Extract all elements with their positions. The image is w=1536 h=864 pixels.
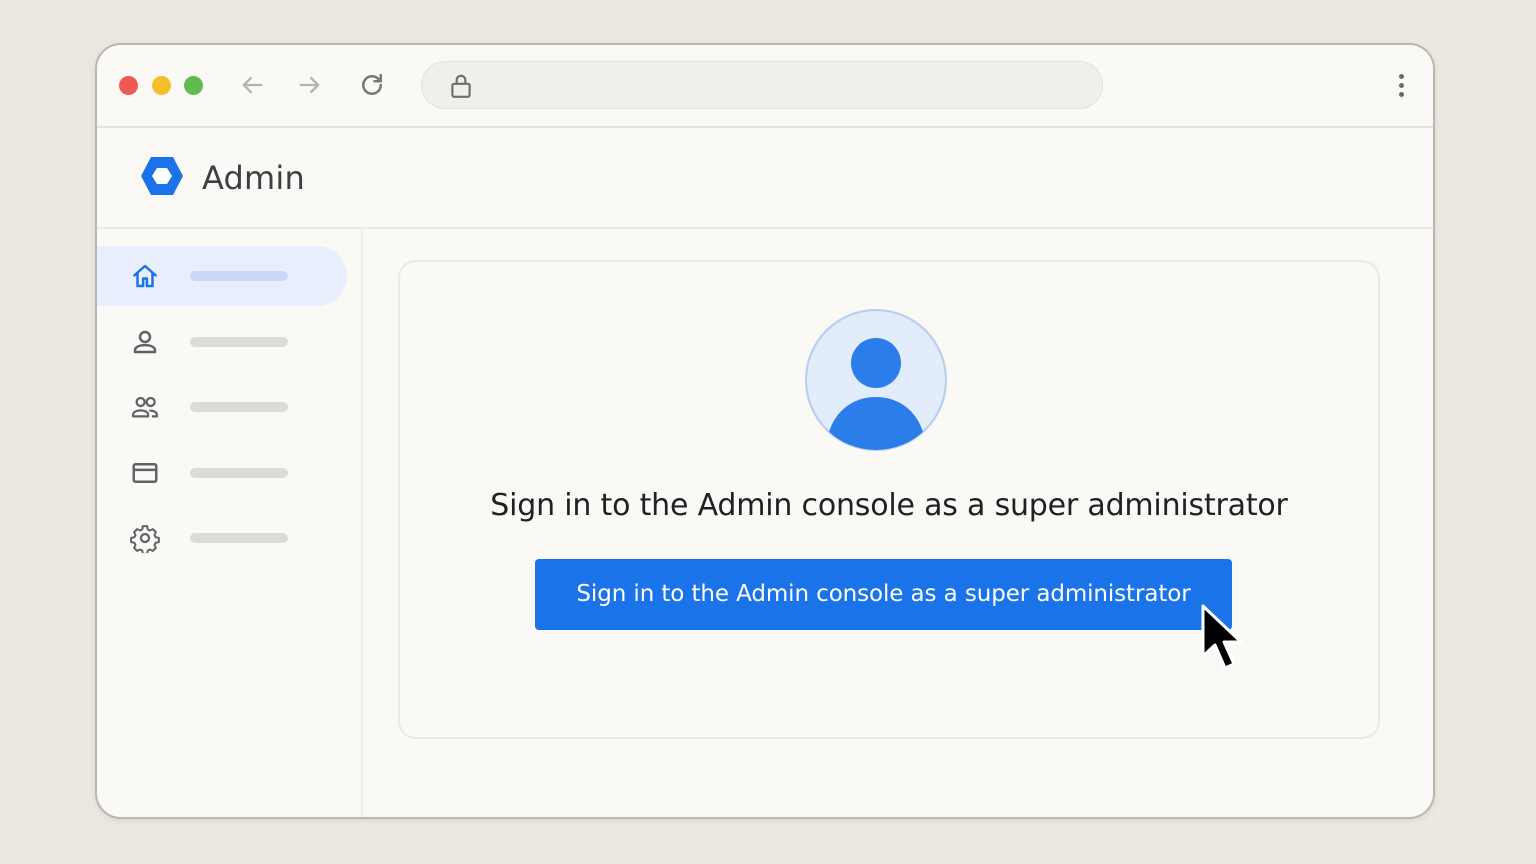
signin-card: Sign in to the Admin console as a super … <box>398 260 1380 739</box>
sidebar-item-home[interactable] <box>97 246 347 306</box>
user-icon <box>133 330 157 354</box>
back-button[interactable] <box>234 67 270 103</box>
browser-toolbar <box>97 45 1433 128</box>
group-icon <box>132 396 158 418</box>
gear-icon <box>130 525 160 553</box>
home-icon <box>133 264 157 288</box>
sidebar-item-groups[interactable] <box>97 377 347 437</box>
sidebar-item-settings[interactable] <box>97 508 347 568</box>
sidebar-item-label-placeholder <box>190 271 288 281</box>
admin-logo-icon <box>141 157 183 195</box>
arrow-left-icon <box>242 76 263 94</box>
app-header: Admin <box>97 126 1433 229</box>
sidebar <box>97 228 363 817</box>
sidebar-item-label-placeholder <box>190 402 288 412</box>
more-vert-icon[interactable] <box>1389 69 1413 101</box>
arrow-right-icon <box>299 76 320 94</box>
minimize-window-button[interactable] <box>152 76 171 95</box>
billing-card-icon <box>132 463 158 483</box>
lock-icon <box>451 74 471 98</box>
address-bar[interactable] <box>421 61 1103 109</box>
sidebar-item-billing[interactable] <box>97 443 347 503</box>
sidebar-item-users[interactable] <box>97 312 347 372</box>
maximize-window-button[interactable] <box>184 76 203 95</box>
super-admin-signin-button[interactable]: Sign in to the Admin console as a super … <box>535 559 1232 630</box>
forward-button[interactable] <box>292 67 328 103</box>
sidebar-item-label-placeholder <box>190 468 288 478</box>
sidebar-item-label-placeholder <box>190 337 288 347</box>
account-avatar-icon <box>805 309 947 451</box>
browser-window: Admin Sign in to the Admin console as a … <box>95 43 1435 819</box>
app-title: Admin <box>202 159 305 197</box>
reload-icon <box>362 73 382 95</box>
sidebar-item-label-placeholder <box>190 533 288 543</box>
page-heading: Sign in to the Admin console as a super … <box>490 488 1288 523</box>
close-window-button[interactable] <box>119 76 138 95</box>
reload-button[interactable] <box>354 67 390 103</box>
